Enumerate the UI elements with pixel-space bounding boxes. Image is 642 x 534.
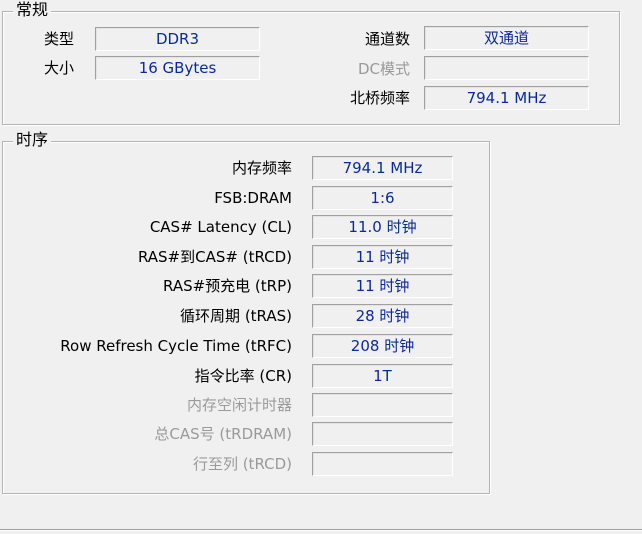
timing-label-trp: RAS#预充电 (tRP) (163, 277, 292, 295)
timing-label-fsb-dram: FSB:DRAM (214, 189, 292, 207)
timing-value-trdram (312, 422, 453, 446)
nb-freq-value: 794.1 MHz (424, 86, 589, 110)
type-label: 类型 (43, 30, 74, 48)
timing-label-tras: 循环周期 (tRAS) (180, 307, 292, 325)
bottom-divider (0, 529, 642, 531)
size-value: 16 GBytes (95, 56, 260, 80)
timing-value-idle-timer (312, 393, 453, 417)
nb-freq-label: 北桥频率 (349, 89, 410, 107)
timing-label-cas-latency: CAS# Latency (CL) (149, 218, 292, 236)
timing-value-command-rate: 1T (312, 364, 453, 388)
timing-value-trcd: 11 时钟 (312, 245, 453, 269)
channels-value: 双通道 (424, 26, 589, 50)
dc-mode-label: DC模式 (357, 60, 410, 78)
dc-mode-value (424, 56, 589, 80)
timing-value-trfc: 208 时钟 (312, 334, 453, 358)
timing-value-row-to-column (312, 452, 453, 476)
type-value: DDR3 (95, 27, 260, 51)
timings-group-title: 时序 (13, 130, 52, 150)
timing-label-idle-timer: 内存空闲计时器 (186, 396, 292, 414)
timing-value-cas-latency: 11.0 时钟 (312, 215, 453, 239)
timing-value-trp: 11 时钟 (312, 274, 453, 298)
timing-label-trfc: Row Refresh Cycle Time (tRFC) (60, 337, 292, 355)
size-label: 大小 (43, 59, 74, 77)
general-group-title: 常规 (13, 0, 52, 20)
timing-label-command-rate: 指令比率 (CR) (194, 367, 292, 385)
timing-value-mem-freq: 794.1 MHz (312, 156, 453, 180)
timing-value-tras: 28 时钟 (312, 304, 453, 328)
timing-label-trdram: 总CAS号 (tRDRAM) (154, 425, 292, 443)
channels-label: 通道数 (364, 30, 410, 48)
timing-label-mem-freq: 内存频率 (231, 159, 292, 177)
timing-value-fsb-dram: 1:6 (312, 186, 453, 210)
timing-label-row-to-column: 行至列 (tRCD) (192, 455, 292, 473)
timing-label-trcd: RAS#到CAS# (tRCD) (137, 248, 292, 266)
